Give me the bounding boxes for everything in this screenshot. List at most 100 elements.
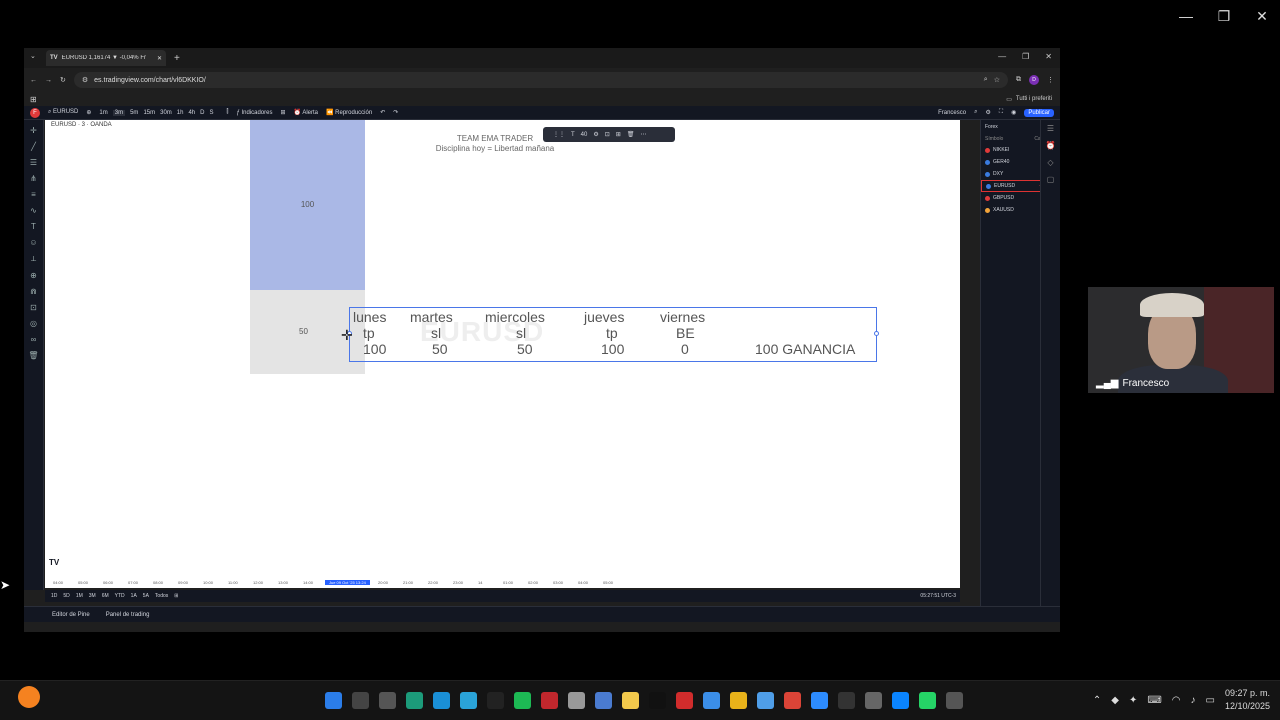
text-color-icon[interactable]: T (571, 132, 575, 138)
app-icon-4[interactable] (703, 692, 720, 709)
trading-panel-tab[interactable]: Panel de trading (106, 612, 150, 618)
layers-icon[interactable]: ◇ (1047, 158, 1053, 167)
trash-icon[interactable]: 🗑 (627, 131, 635, 138)
tradingview-logo-icon[interactable]: TV (49, 558, 59, 567)
more-icon[interactable]: ⋯ (640, 131, 646, 138)
back-icon[interactable]: ← (30, 77, 37, 84)
tf-30m[interactable]: 30m (160, 110, 172, 116)
app-icon-8[interactable] (865, 692, 882, 709)
lock-icon[interactable]: ⊡ (605, 131, 610, 138)
whatsapp-icon[interactable] (919, 692, 936, 709)
drag-handle-icon[interactable]: ⋮⋮ (553, 131, 565, 138)
tf-s[interactable]: S (210, 110, 214, 116)
undo-icon[interactable]: ↶ (380, 109, 385, 116)
start-button-icon[interactable] (325, 692, 342, 709)
tf-d[interactable]: D (200, 110, 204, 116)
profile-avatar[interactable]: D (1029, 75, 1039, 85)
crosshair-icon[interactable]: ✛ (30, 126, 37, 135)
range-1d[interactable]: 1D (51, 593, 57, 599)
pitchfork-icon[interactable]: ⋔ (30, 174, 37, 183)
zoom-tool-icon[interactable]: ⊕ (30, 271, 37, 280)
watchlist-title[interactable]: Forex (985, 124, 998, 130)
file-explorer-icon[interactable] (622, 692, 639, 709)
chat-icon[interactable]: ▢ (1047, 175, 1055, 184)
new-tab-button[interactable]: + (174, 53, 180, 64)
capcut-icon[interactable] (568, 692, 585, 709)
browser-maximize-icon[interactable]: ❐ (1022, 52, 1029, 61)
app-icon-10[interactable] (946, 692, 963, 709)
tf-15m[interactable]: 15m (143, 110, 155, 116)
blue-rectangle-drawing[interactable]: 100 (250, 120, 365, 290)
tab-close-icon[interactable]: ✕ (157, 55, 162, 62)
task-view-icon[interactable] (379, 692, 396, 709)
indicators-button[interactable]: ƒ Indicadores (236, 110, 272, 116)
browser-minimize-icon[interactable]: — (998, 52, 1006, 61)
col-symbol[interactable]: Símbolo (985, 136, 1003, 142)
site-info-icon[interactable]: ⚙ (82, 76, 88, 84)
app-icon-7[interactable] (838, 692, 855, 709)
range-6m[interactable]: 6M (102, 593, 109, 599)
replay-button[interactable]: ⏪ Reproducción (326, 109, 372, 116)
publish-button[interactable]: Publicar (1024, 108, 1054, 117)
app-icon-3[interactable] (595, 692, 612, 709)
settings-icon[interactable]: ⚙ (593, 131, 598, 138)
battery-icon[interactable]: ▭ (1206, 695, 1215, 706)
measure-icon[interactable]: ⟂ (31, 254, 36, 264)
range-3m[interactable]: 3M (89, 593, 96, 599)
menu-icon[interactable]: ⋮ (1047, 76, 1054, 84)
range-1a[interactable]: 1A (131, 593, 137, 599)
text-tool-icon[interactable]: T (31, 222, 36, 231)
template-icon[interactable]: ⊞ (616, 131, 621, 138)
forward-icon[interactable]: → (45, 77, 52, 84)
search-icon[interactable]: ⌕ (974, 109, 977, 116)
tv-menu-logo-icon[interactable]: F (30, 107, 40, 118)
range-5d[interactable]: 5D (63, 593, 69, 599)
app-icon-9[interactable] (892, 692, 909, 709)
range-all[interactable]: Todos (155, 593, 168, 599)
address-bar[interactable]: ⚙ es.tradingview.com/chart/vl6DKKIO/ ⌕ ☆ (73, 72, 1008, 88)
alerts-icon[interactable]: ⏰ (1046, 141, 1056, 150)
minimize-button[interactable]: — (1178, 8, 1194, 25)
app-icon-5[interactable] (730, 692, 747, 709)
link-icon[interactable]: ∞ (31, 335, 37, 344)
watchlist-icon[interactable]: ☰ (1047, 124, 1054, 133)
range-ytd[interactable]: YTD (115, 593, 125, 599)
browser-tab[interactable]: TV EURUSD 1,16174 ▼ -0,04% Fr ✕ (46, 50, 166, 66)
tf-1m[interactable]: 1m (99, 110, 107, 116)
trash-icon[interactable]: 🗑 (28, 351, 38, 360)
layouts-icon[interactable]: ⊞ (280, 109, 285, 116)
pine-editor-tab[interactable]: Editor de Pine (52, 612, 90, 618)
spotify-icon[interactable] (514, 692, 531, 709)
reload-icon[interactable]: ↻ (60, 76, 66, 84)
weekly-results-textbox[interactable]: lunes martes miercoles jueves viernes tp… (347, 307, 879, 362)
eye-icon[interactable]: ◎ (30, 319, 37, 328)
restore-button[interactable]: ❐ (1216, 8, 1232, 25)
layout-name[interactable]: Francesco (938, 110, 966, 116)
font-size-value[interactable]: 40 (581, 132, 588, 138)
alert-button[interactable]: ⏰ Alerta (294, 109, 319, 116)
volume-icon[interactable]: ♪ (1191, 695, 1196, 706)
lock-icon[interactable]: ⊡ (30, 303, 37, 312)
close-button[interactable]: ✕ (1254, 8, 1270, 25)
opera-icon[interactable] (676, 692, 693, 709)
compare-icon[interactable]: ⊕ (86, 109, 91, 116)
horizontal-line-icon[interactable]: ☰ (30, 158, 37, 167)
browser-close-icon[interactable]: ✕ (1045, 52, 1052, 61)
app-icon-1[interactable] (406, 692, 423, 709)
app-icon-2[interactable] (541, 692, 558, 709)
range-5a[interactable]: 5A (143, 593, 149, 599)
tf-3m[interactable]: 3m (112, 109, 126, 116)
tray-app-icon[interactable]: ◆ (1111, 695, 1119, 706)
show-hidden-icons-icon[interactable]: ⌃ (1093, 695, 1101, 706)
date-range-icon[interactable]: ⊞ (174, 593, 178, 599)
all-bookmarks-link[interactable]: Tutti i preferiti (1016, 96, 1052, 102)
app-icon-6[interactable] (757, 692, 774, 709)
settings-icon[interactable]: ⚙ (985, 109, 990, 116)
time-axis[interactable]: 04:00 05:00 06:00 07:00 08:00 09:00 10:00 11:00… (45, 578, 960, 588)
magnet-icon[interactable]: ⋒ (30, 287, 37, 296)
resize-handle-right[interactable] (874, 331, 879, 336)
apps-icon[interactable]: ⊞ (30, 95, 37, 104)
snapshot-icon[interactable]: ◉ (1011, 109, 1016, 116)
pattern-icon[interactable]: ∿ (30, 206, 37, 215)
fullscreen-icon[interactable]: ⛶ (999, 109, 1003, 116)
